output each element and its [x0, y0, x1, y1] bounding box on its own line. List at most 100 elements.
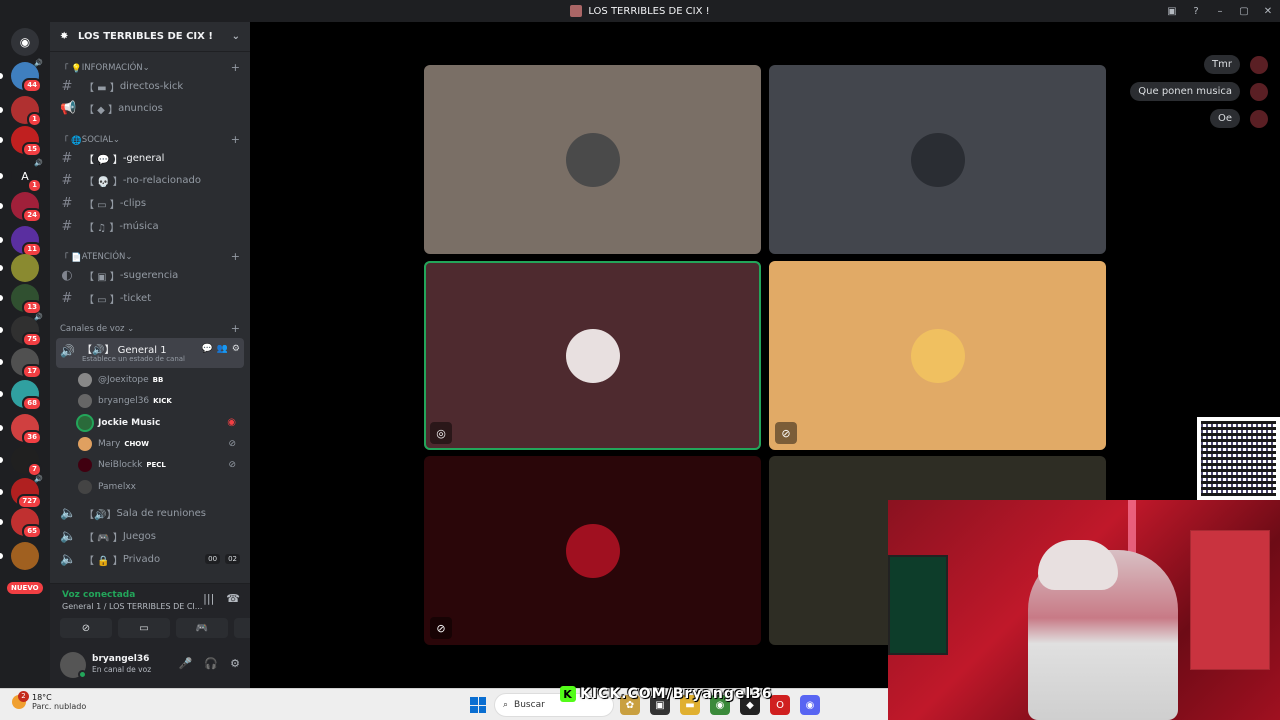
channel-status[interactable]: Establece un estado de canal — [82, 355, 185, 363]
participant-tile[interactable] — [424, 65, 761, 254]
mention-badge: 44 — [22, 78, 42, 93]
close-button[interactable]: ✕ — [1256, 6, 1280, 17]
chat-bubble: Oe — [1209, 109, 1240, 128]
voice-user[interactable]: bryangel36 KICK — [78, 391, 242, 411]
speaker-icon: 🔊 — [60, 344, 75, 358]
username: bryangel36 — [92, 654, 150, 664]
muted-mic-icon: ⊘ — [228, 438, 236, 449]
speaker-icon: 🔊 — [34, 59, 43, 67]
voice-user[interactable]: @Joexitope BB — [78, 370, 242, 390]
home-button[interactable]: ◉ — [11, 28, 39, 56]
user-panel[interactable]: bryangel36 En canal de voz 🎤 🎧 ⚙ — [50, 645, 250, 688]
add-member-icon[interactable]: 👥 — [217, 344, 228, 354]
server-icon-7[interactable]: 13 — [0, 284, 42, 315]
guild-icon: ✸ — [60, 30, 69, 42]
voice-channel-general-1[interactable]: 🔊 【🔊】 General 1 Establece un estado de c… — [56, 338, 244, 368]
voice-user[interactable]: Jockie Music ◉ — [78, 413, 242, 433]
headphones-icon[interactable]: 🎧 — [204, 657, 218, 670]
server-icon-14[interactable]: 65 — [0, 508, 42, 539]
server-icon-2[interactable]: 15 — [0, 126, 42, 157]
server-icon-10[interactable]: 68 — [0, 380, 42, 411]
participant-tile[interactable] — [769, 65, 1106, 254]
voice-user[interactable]: Mary CHOW ⊘ — [78, 434, 242, 454]
chat-icon[interactable]: 💬 — [201, 344, 212, 354]
server-icon-9[interactable]: 17 — [0, 348, 42, 379]
voice-channel-privado[interactable]: 🔈 【 🔒 】 Privado 00 02 — [56, 549, 244, 569]
channel-directos-kick[interactable]: # 【 ▬ 】 directos-kick — [56, 76, 244, 96]
voice-location[interactable]: General 1 / LOS TERRIBLES DE CI... — [62, 602, 202, 611]
start-button[interactable] — [470, 697, 486, 713]
activity-button[interactable]: 🎮 — [176, 618, 228, 638]
participant-tile[interactable]: ⊘ — [769, 261, 1106, 450]
add-channel-icon[interactable]: + — [231, 250, 240, 263]
server-icon-4[interactable]: 24 — [0, 192, 42, 223]
camera-button[interactable]: ⊘ — [60, 618, 112, 638]
category-voz[interactable]: Canales de voz ⌄ + — [60, 322, 240, 335]
noise-suppression-icon[interactable]: ||| — [203, 592, 214, 605]
add-channel-icon[interactable]: + — [231, 322, 240, 335]
server-icon-13[interactable]: 🔊 727 — [0, 475, 43, 509]
server-icon-0[interactable]: 🔊 44 — [0, 59, 43, 93]
channel-label: -música — [119, 220, 159, 232]
channel-anuncios[interactable]: 📢 【 ◆ 】 anuncios — [56, 98, 244, 118]
help-icon[interactable]: ? — [1184, 6, 1208, 17]
server-icon-11[interactable]: 36 — [0, 414, 42, 445]
participant-tile[interactable]: ⊘ — [424, 456, 761, 645]
gear-icon[interactable]: ⚙ — [232, 344, 240, 354]
unread-pill — [0, 265, 3, 271]
minimize-button[interactable]: – — [1208, 6, 1232, 17]
search-placeholder: Buscar — [514, 700, 545, 710]
server-icon-5[interactable]: 11 — [0, 226, 42, 257]
weather-widget[interactable]: 2 18°C Parc. nublado — [12, 691, 86, 711]
voice-user[interactable]: NeiBlockk PECL ⊘ — [78, 455, 242, 475]
add-channel-icon[interactable]: + — [231, 133, 240, 146]
server-icon-15[interactable] — [0, 542, 39, 570]
unread-pill — [0, 425, 3, 431]
voice-channel-juegos[interactable]: 🔈 【 🎮 】 Juegos — [56, 526, 244, 546]
channel-no-relacionado[interactable]: # 【 💀 】 -no-relacionado — [56, 170, 244, 190]
unread-pill — [0, 295, 3, 301]
channel-sugerencia[interactable]: ◐ 【 ▣ 】 -sugerencia — [56, 265, 244, 285]
hash-icon: # — [61, 150, 73, 166]
unread-pill — [0, 359, 3, 365]
category-label: INFORMACIÓN — [81, 62, 143, 73]
inbox-icon[interactable]: ▣ — [1160, 6, 1184, 17]
server-icon-6[interactable] — [0, 254, 39, 282]
channel-general[interactable]: # 【 💬 】 -general — [56, 148, 244, 168]
channel-ticket[interactable]: # 【 ▭ 】 -ticket — [56, 288, 244, 308]
unread-pill — [0, 137, 3, 143]
guild-header[interactable]: ✸ LOS TERRIBLES DE CIX ! ⌄ — [50, 22, 250, 52]
channel-clips[interactable]: # 【 ▭ 】 -clips — [56, 193, 244, 213]
participant-tile[interactable]: ◎ — [424, 261, 761, 450]
opera-icon[interactable]: O — [770, 695, 790, 715]
server-icon-3[interactable]: A 🔊 1 — [0, 159, 43, 193]
unread-pill — [0, 391, 3, 397]
server-icon-1[interactable]: 1 — [0, 96, 42, 127]
voice-channel-reuniones[interactable]: 🔈 【🔊】 Sala de reuniones — [56, 503, 244, 523]
microphone-icon[interactable]: 🎤 — [179, 657, 193, 670]
speaker-icon: 🔊 — [34, 313, 43, 321]
avatar — [910, 132, 965, 187]
category-atencion[interactable]: 「 📄 ATENCIÓN ⌄ + — [60, 250, 240, 263]
gear-icon[interactable]: ⚙ — [230, 657, 240, 670]
server-icon-8[interactable]: 🔊 75 — [0, 313, 43, 347]
server-icon-12[interactable]: 7 — [0, 446, 42, 477]
maximize-button[interactable]: ▢ — [1232, 6, 1256, 17]
mention-badge: 15 — [22, 142, 42, 157]
add-channel-icon[interactable]: + — [231, 61, 240, 74]
category-social[interactable]: 「 🌐 SOCIAL ⌄ + — [60, 133, 240, 146]
unread-pill — [0, 327, 3, 333]
server-icon — [570, 5, 583, 17]
category-label: ATENCIÓN — [81, 251, 126, 262]
voice-user-name: NeiBlockk — [98, 460, 143, 471]
screen-share-button[interactable]: ▭ — [118, 618, 170, 638]
channel-musica[interactable]: # 【 ♫ 】 -música — [56, 216, 244, 236]
voice-user[interactable]: Pamelxx — [78, 477, 242, 497]
category-info[interactable]: 「 💡 INFORMACIÓN ⌄ + — [60, 61, 240, 74]
disconnect-icon[interactable]: ☎ — [226, 592, 240, 605]
search-icon: ⌕ — [503, 700, 509, 710]
mention-badge: 68 — [22, 396, 42, 411]
unread-pill — [0, 237, 3, 243]
discord-taskbar-icon[interactable]: ◉ — [800, 695, 820, 715]
avatar — [565, 132, 620, 187]
